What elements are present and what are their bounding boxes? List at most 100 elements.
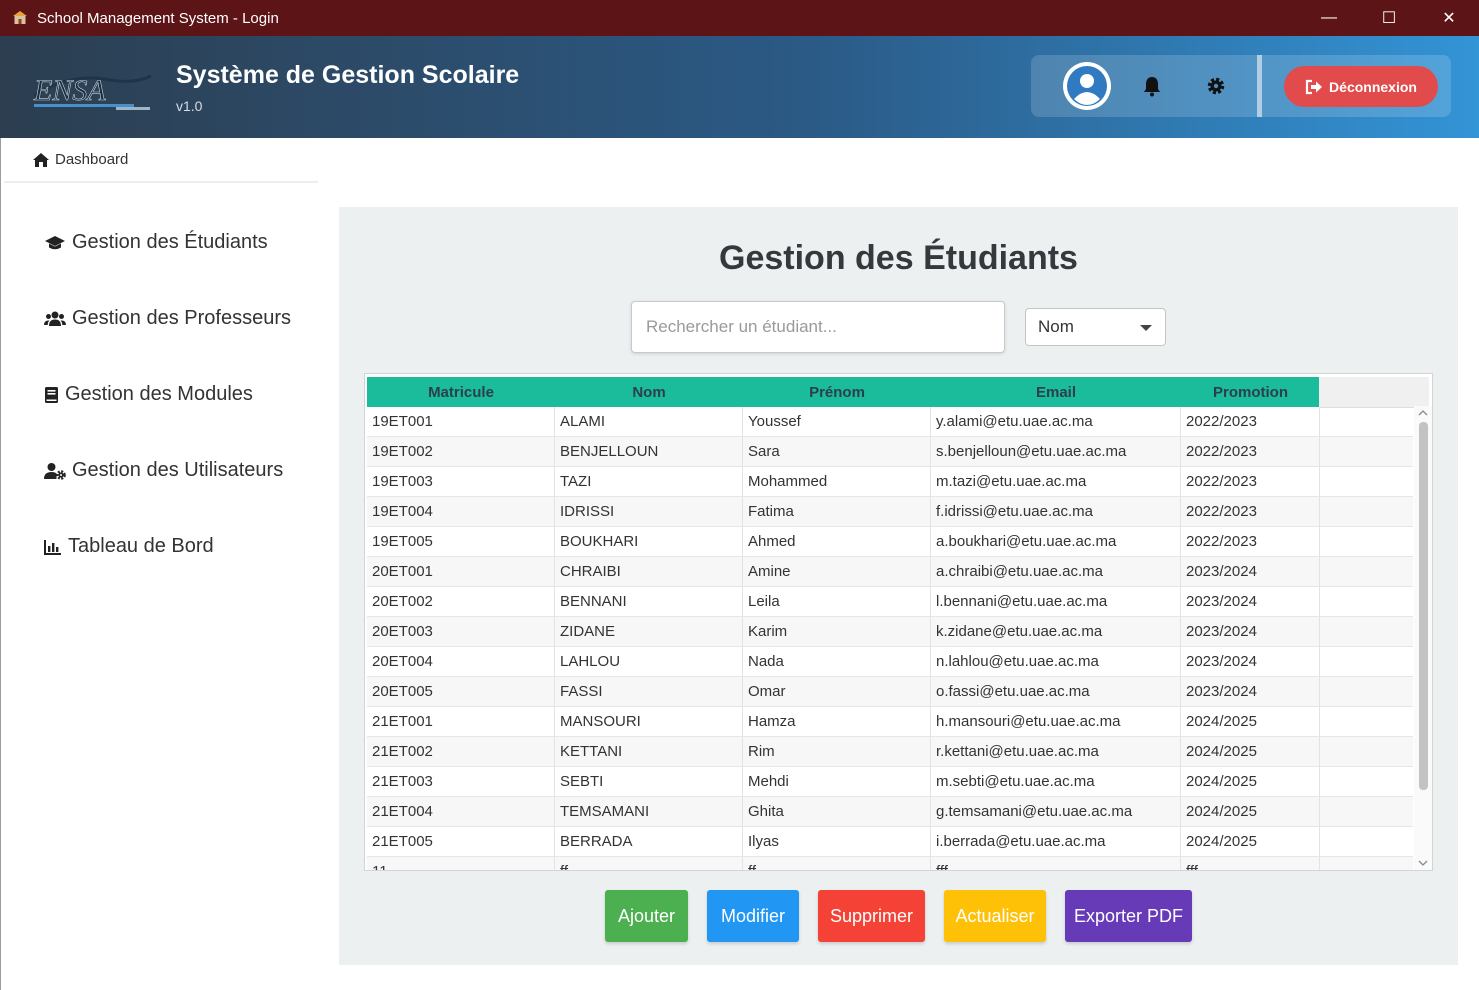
cell-nom: ff — [555, 857, 743, 870]
cell-promotion: 2022/2023 — [1181, 437, 1320, 466]
table-row[interactable]: 21ET003 SEBTI Mehdi m.sebti@etu.uae.ac.ma 20… — [367, 767, 1413, 797]
cell-promotion: 2024/2025 — [1181, 797, 1320, 826]
cell-prenom: Ahmed — [743, 527, 931, 556]
table-row[interactable]: 20ET003 ZIDANE Karim k.zidane@etu.uae.ac.ma… — [367, 617, 1413, 647]
breadcrumb[interactable]: Dashboard — [4, 138, 318, 183]
table-header: Matricule Nom Prénom Email Promotion — [367, 377, 1320, 407]
cell-matricule: 19ET004 — [367, 497, 555, 526]
cell-matricule: 21ET003 — [367, 767, 555, 796]
sort-select-value: Nom — [1038, 317, 1074, 336]
cell-empty — [1320, 557, 1413, 586]
column-header-nom[interactable]: Nom — [555, 377, 743, 407]
cell-nom: FASSI — [555, 677, 743, 706]
scroll-up-icon[interactable] — [1414, 406, 1432, 420]
table-row[interactable]: 20ET002 BENNANI Leila l.bennani@etu.uae.ac.… — [367, 587, 1413, 617]
close-button[interactable]: ✕ — [1419, 0, 1479, 36]
app-header: ENSA Système de Gestion Scolaire v1.0 Dé… — [0, 36, 1479, 138]
cell-prenom: ff — [743, 857, 931, 870]
table-row[interactable]: 19ET005 BOUKHARI Ahmed a.boukhari@etu.uae.a… — [367, 527, 1413, 557]
table-row[interactable]: 20ET005 FASSI Omar o.fassi@etu.uae.ac.ma 202… — [367, 677, 1413, 707]
users-icon — [44, 311, 66, 326]
user-avatar-icon[interactable] — [1063, 62, 1111, 110]
table-row[interactable]: 11ffffffffff — [367, 857, 1413, 870]
cell-promotion: 2024/2025 — [1181, 707, 1320, 736]
bell-icon[interactable] — [1141, 75, 1163, 97]
table-row[interactable]: 21ET005 BERRADA Ilyas i.berrada@etu.uae.ac.… — [367, 827, 1413, 857]
column-header-matricule[interactable]: Matricule — [367, 377, 555, 407]
maximize-button[interactable]: ☐ — [1359, 0, 1419, 36]
logout-button[interactable]: Déconnexion — [1284, 66, 1438, 107]
scrollbar-thumb[interactable] — [1419, 422, 1428, 790]
scroll-down-icon[interactable] — [1414, 856, 1432, 870]
cell-matricule: 19ET001 — [367, 407, 555, 436]
table-scrollbar[interactable] — [1414, 406, 1432, 870]
cell-empty — [1320, 497, 1413, 526]
app-version: v1.0 — [176, 98, 203, 114]
sidebar-item-utilisateurs[interactable]: Gestion des Utilisateurs — [44, 459, 283, 482]
cell-empty — [1320, 827, 1413, 856]
table-row[interactable]: 20ET004 LAHLOU Nada n.lahlou@etu.uae.ac.ma 2… — [367, 647, 1413, 677]
cell-prenom: Fatima — [743, 497, 931, 526]
column-header-prenom[interactable]: Prénom — [743, 377, 931, 407]
cell-empty — [1320, 407, 1413, 436]
cell-email: a.boukhari@etu.uae.ac.ma — [931, 527, 1181, 556]
sidebar-item-modules[interactable]: Gestion des Modules — [44, 383, 253, 406]
cell-empty — [1320, 587, 1413, 616]
column-header-email[interactable]: Email — [931, 377, 1181, 407]
minimize-button[interactable]: — — [1299, 0, 1359, 36]
sort-select[interactable]: Nom — [1025, 308, 1166, 346]
supprimer-button[interactable]: Supprimer — [818, 890, 925, 942]
sidebar-item-professeurs[interactable]: Gestion des Professeurs — [44, 307, 291, 330]
table-row[interactable]: 19ET004 IDRISSI Fatima f.idrissi@etu.uae.ac… — [367, 497, 1413, 527]
cell-matricule: 20ET004 — [367, 647, 555, 676]
cell-empty — [1320, 527, 1413, 556]
sidebar-item-etudiants[interactable]: Gestion des Étudiants — [44, 231, 268, 254]
cell-prenom: Karim — [743, 617, 931, 646]
cell-promotion: fff — [1181, 857, 1320, 870]
modifier-button[interactable]: Modifier — [707, 890, 799, 942]
cell-empty — [1320, 737, 1413, 766]
table-body: 19ET001 ALAMI Youssef y.alami@etu.uae.ac.ma… — [367, 407, 1413, 870]
search-input[interactable] — [631, 301, 1005, 353]
cell-promotion: 2023/2024 — [1181, 677, 1320, 706]
column-header-promotion[interactable]: Promotion — [1181, 377, 1320, 407]
table-row[interactable]: 19ET002 BENJELLOUN Sara s.benjelloun@etu.ua… — [367, 437, 1413, 467]
cell-prenom: Rim — [743, 737, 931, 766]
cell-email: i.berrada@etu.uae.ac.ma — [931, 827, 1181, 856]
cell-nom: BENJELLOUN — [555, 437, 743, 466]
cell-promotion: 2022/2023 — [1181, 527, 1320, 556]
table-row[interactable]: 21ET001 MANSOURI Hamza h.mansouri@etu.uae.a… — [367, 707, 1413, 737]
cell-nom: ALAMI — [555, 407, 743, 436]
cell-promotion: 2023/2024 — [1181, 617, 1320, 646]
sidebar-item-tableau-de-bord[interactable]: Tableau de Bord — [44, 535, 214, 558]
cell-prenom: Leila — [743, 587, 931, 616]
cell-prenom: Amine — [743, 557, 931, 586]
table-row[interactable]: 19ET001 ALAMI Youssef y.alami@etu.uae.ac.ma… — [367, 407, 1413, 437]
cell-nom: SEBTI — [555, 767, 743, 796]
cell-matricule: 11 — [367, 857, 555, 870]
sidebar-item-label: Gestion des Professeurs — [72, 307, 291, 329]
cell-prenom: Nada — [743, 647, 931, 676]
cell-nom: TEMSAMANI — [555, 797, 743, 826]
logout-label: Déconnexion — [1329, 78, 1417, 95]
exporter-pdf-button[interactable]: Exporter PDF — [1065, 890, 1192, 942]
table-row[interactable]: 21ET002 KETTANI Rim r.kettani@etu.uae.ac.ma… — [367, 737, 1413, 767]
cell-empty — [1320, 647, 1413, 676]
action-buttons: Ajouter Modifier Supprimer Actualiser Ex… — [339, 890, 1458, 942]
cell-matricule: 19ET005 — [367, 527, 555, 556]
cell-nom: TAZI — [555, 467, 743, 496]
actualiser-button[interactable]: Actualiser — [944, 890, 1046, 942]
svg-text:ENSA: ENSA — [33, 74, 106, 107]
cell-nom: LAHLOU — [555, 647, 743, 676]
cell-matricule: 20ET002 — [367, 587, 555, 616]
gear-icon[interactable] — [1205, 75, 1227, 97]
table-row[interactable]: 19ET003 TAZI Mohammed m.tazi@etu.uae.ac.ma 2… — [367, 467, 1413, 497]
home-icon — [33, 152, 49, 167]
cell-prenom: Youssef — [743, 407, 931, 436]
cell-nom: IDRISSI — [555, 497, 743, 526]
ajouter-button[interactable]: Ajouter — [605, 890, 688, 942]
cell-prenom: Ilyas — [743, 827, 931, 856]
cell-prenom: Mohammed — [743, 467, 931, 496]
table-row[interactable]: 20ET001 CHRAIBI Amine a.chraibi@etu.uae.ac.… — [367, 557, 1413, 587]
table-row[interactable]: 21ET004 TEMSAMANI Ghita g.temsamani@etu.uae… — [367, 797, 1413, 827]
